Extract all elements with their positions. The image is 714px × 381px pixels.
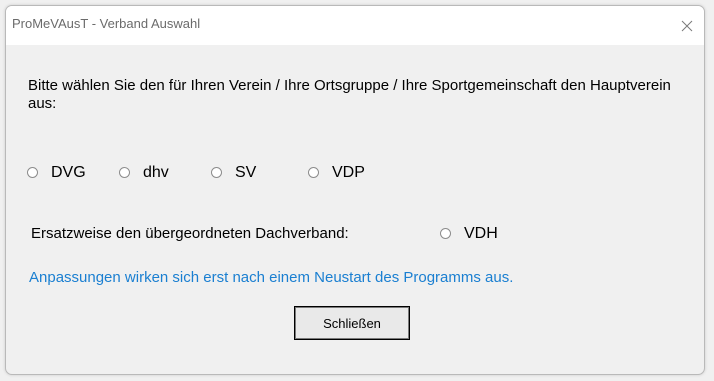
instruction-text: Bitte wählen Sie den für Ihren Verein / … <box>28 77 671 112</box>
radio-label-vdh: VDH <box>464 225 498 242</box>
radio-label-vdp: VDP <box>332 164 365 181</box>
window-close-button[interactable] <box>670 6 704 45</box>
title-bar: ProMeVAusT - Verband Auswahl <box>6 6 704 45</box>
radio-label-dvg: DVG <box>51 164 86 181</box>
close-dialog-button[interactable]: Schließen <box>294 306 410 340</box>
radio-label-dhv: dhv <box>143 164 169 181</box>
radio-option-vdh[interactable]: VDH <box>440 225 498 243</box>
radio-option-vdp[interactable]: VDP <box>308 164 365 182</box>
radio-button-icon[interactable] <box>440 227 451 239</box>
radio-label-sv: SV <box>235 164 257 181</box>
radio-option-sv[interactable]: SV <box>211 164 256 182</box>
dialog-window: ProMeVAusT - Verband Auswahl Bitte wähle… <box>5 5 705 375</box>
radio-option-dvg[interactable]: DVG <box>27 164 86 182</box>
radio-option-dhv[interactable]: dhv <box>119 164 169 182</box>
close-icon <box>681 20 693 31</box>
dialog-content: Bitte wählen Sie den für Ihren Verein / … <box>6 45 704 374</box>
radio-button-icon[interactable] <box>308 166 319 178</box>
radio-button-icon[interactable] <box>119 166 130 178</box>
window-title: ProMeVAusT - Verband Auswahl <box>12 16 201 31</box>
restart-hint: Anpassungen wirken sich erst nach einem … <box>29 269 514 286</box>
fallback-label: Ersatzweise den übergeordneten Dachverba… <box>31 225 349 242</box>
radio-button-icon[interactable] <box>27 166 38 178</box>
radio-button-icon[interactable] <box>211 166 222 178</box>
